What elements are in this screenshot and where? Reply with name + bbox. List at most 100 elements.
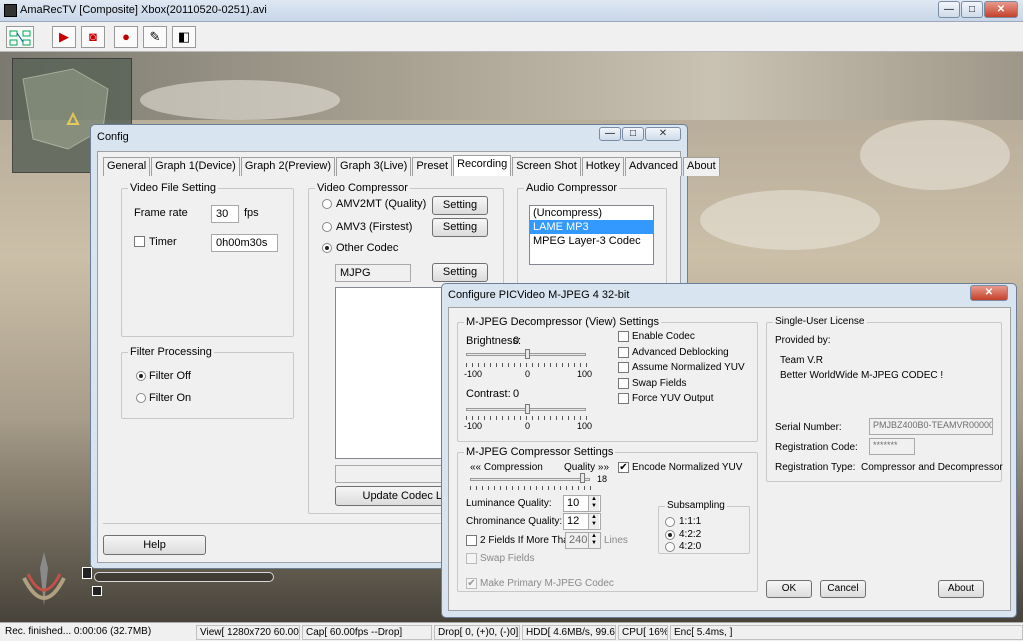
luminance-spinner[interactable]: ▲ ▼ [588, 496, 599, 511]
audio-icon[interactable]: ◧ [172, 26, 196, 48]
play-icon[interactable]: ▶ [52, 26, 76, 48]
timer-input[interactable]: 0h00m30s [211, 234, 278, 252]
swap-fields-checkbox[interactable] [618, 378, 629, 389]
assume-normalized-yuv-checkbox[interactable] [618, 362, 629, 373]
registration-type-value: Compressor and Decompressor [861, 462, 1003, 473]
ok-button[interactable]: OK [766, 580, 812, 598]
tab-graph1[interactable]: Graph 1(Device) [151, 157, 240, 176]
advanced-deblocking-checkbox[interactable] [618, 347, 629, 358]
close-button[interactable]: ✕ [984, 1, 1018, 18]
subsampling-422-radio[interactable] [665, 530, 675, 540]
status-hdd: HDD[ 4.6MB/s, 99.6%] [522, 625, 616, 640]
minimize-button[interactable]: — [938, 1, 960, 18]
make-primary-checkbox: ✔ [466, 578, 477, 589]
luminance-label: Luminance Quality: [466, 498, 552, 509]
status-view: View[ 1280x720 60.00fps] [196, 625, 300, 640]
contrast-mid: 0 [525, 421, 531, 431]
brightness-mid: 0 [525, 369, 531, 379]
filter-off-label: Filter Off [149, 370, 191, 382]
status-recording: Rec. finished... 0:00:06 (32.7MB) [5, 626, 152, 637]
compressor-swap-fields-label: Swap Fields [480, 553, 535, 564]
config-close-button[interactable]: ✕ [645, 127, 681, 141]
quality-value: 18 [597, 474, 608, 484]
status-drop: Drop[ 0, (+)0, (-)0] [434, 625, 520, 640]
maximize-button[interactable]: □ [961, 1, 983, 18]
stop-marker-icon[interactable] [92, 586, 102, 596]
chrominance-spinner[interactable]: ▲ ▼ [588, 514, 599, 529]
two-fields-checkbox[interactable] [466, 535, 477, 546]
registration-code-field: ******* [869, 438, 915, 455]
other-codec-label: Other Codec [336, 242, 399, 254]
preview-snow-patch [860, 120, 1010, 190]
compressor-swap-fields-checkbox [466, 553, 477, 564]
filter-processing-label: Filter Processing [128, 346, 214, 358]
tab-hotkey[interactable]: Hotkey [581, 157, 625, 176]
tab-advanced[interactable]: Advanced [625, 157, 682, 176]
force-yuv-output-checkbox[interactable] [618, 393, 629, 404]
subsampling-111-radio[interactable] [665, 517, 675, 527]
config-minimize-button[interactable]: — [599, 127, 621, 141]
amv3-radio[interactable] [322, 222, 332, 232]
quality-slider-track[interactable] [470, 478, 590, 481]
amv2mt-setting-button[interactable]: Setting [432, 196, 488, 215]
brightness-max: 100 [577, 369, 593, 379]
amv2mt-radio[interactable] [322, 199, 332, 209]
quality-label: Quality »» [564, 462, 610, 473]
frame-rate-input[interactable]: 30 [211, 205, 239, 223]
timer-checkbox[interactable] [134, 236, 145, 247]
contrast-max: 100 [577, 421, 593, 431]
update-codec-list-button[interactable]: Update Codec L [335, 486, 445, 506]
tab-graph2[interactable]: Graph 2(Preview) [240, 157, 336, 176]
preview-snow-patch [700, 190, 880, 250]
list-item[interactable]: (Uncompress) [530, 206, 653, 220]
brightness-ticks [466, 363, 587, 367]
about-button[interactable]: About [938, 580, 984, 598]
quality-slider-thumb[interactable] [580, 473, 585, 483]
play-marker-icon[interactable] [82, 567, 92, 579]
config-title: Config [97, 131, 129, 143]
brightness-slider-thumb[interactable] [525, 349, 530, 359]
other-codec-radio[interactable] [322, 243, 332, 253]
picvideo-close-button[interactable]: ✕ [970, 285, 1008, 301]
list-item[interactable]: LAME MP3 [530, 220, 653, 234]
help-button[interactable]: Help [103, 535, 206, 555]
registration-type-label: Registration Type: [775, 462, 856, 473]
contrast-slider-thumb[interactable] [525, 404, 530, 414]
tab-graph3[interactable]: Graph 3(Live) [336, 157, 412, 176]
provided-by-label: Provided by: [775, 335, 831, 346]
picvideo-title: Configure PICVideo M-JPEG 4 32-bit [448, 289, 630, 301]
pen-icon[interactable]: ✎ [143, 26, 167, 48]
main-titlebar: AmaRecTV [Composite] Xbox(20110520-0251)… [0, 0, 1023, 22]
decompressor-label: M-JPEG Decompressor (View) Settings [464, 316, 661, 328]
assume-normalized-yuv-label: Assume Normalized YUV [632, 362, 745, 373]
filter-on-radio[interactable] [136, 393, 146, 403]
config-maximize-button[interactable]: □ [622, 127, 644, 141]
camera-icon[interactable]: ◙ [81, 26, 105, 48]
tab-preset[interactable]: Preset [412, 157, 453, 176]
make-primary-label: Make Primary M-JPEG Codec [480, 578, 614, 589]
cancel-button[interactable]: Cancel [820, 580, 866, 598]
subsampling-420-radio[interactable] [665, 542, 675, 552]
enable-codec-checkbox[interactable] [618, 331, 629, 342]
compression-label: «« Compression [470, 462, 543, 473]
other-codec-setting-button[interactable]: Setting [432, 263, 488, 282]
amv3-setting-button[interactable]: Setting [432, 218, 488, 237]
chrominance-label: Chrominance Quality: [466, 516, 563, 527]
tab-recording[interactable]: Recording [453, 155, 512, 176]
audio-codec-list[interactable]: (Uncompress) LAME MP3 MPEG Layer-3 Codec [529, 205, 654, 265]
amv3-label: AMV3 (Firstest) [336, 221, 413, 233]
tab-screenshot[interactable]: Screen Shot [512, 157, 581, 176]
record-icon[interactable]: ● [114, 26, 138, 48]
list-item[interactable]: MPEG Layer-3 Codec [530, 234, 653, 248]
subsampling-420-label: 4:2:0 [679, 541, 702, 552]
graph-icon[interactable] [6, 26, 34, 48]
encode-normalized-yuv-checkbox[interactable]: ✔ [618, 462, 629, 473]
tab-about[interactable]: About [682, 157, 720, 176]
timer-label: Timer [149, 236, 177, 248]
app-icon [4, 4, 17, 17]
picvideo-titlebar: Configure PICVideo M-JPEG 4 32-bit ✕ [442, 284, 1016, 306]
seek-bar[interactable] [94, 572, 274, 582]
tab-general[interactable]: General [103, 157, 151, 176]
brightness-min: -100 [464, 369, 483, 379]
filter-off-radio[interactable] [136, 371, 146, 381]
